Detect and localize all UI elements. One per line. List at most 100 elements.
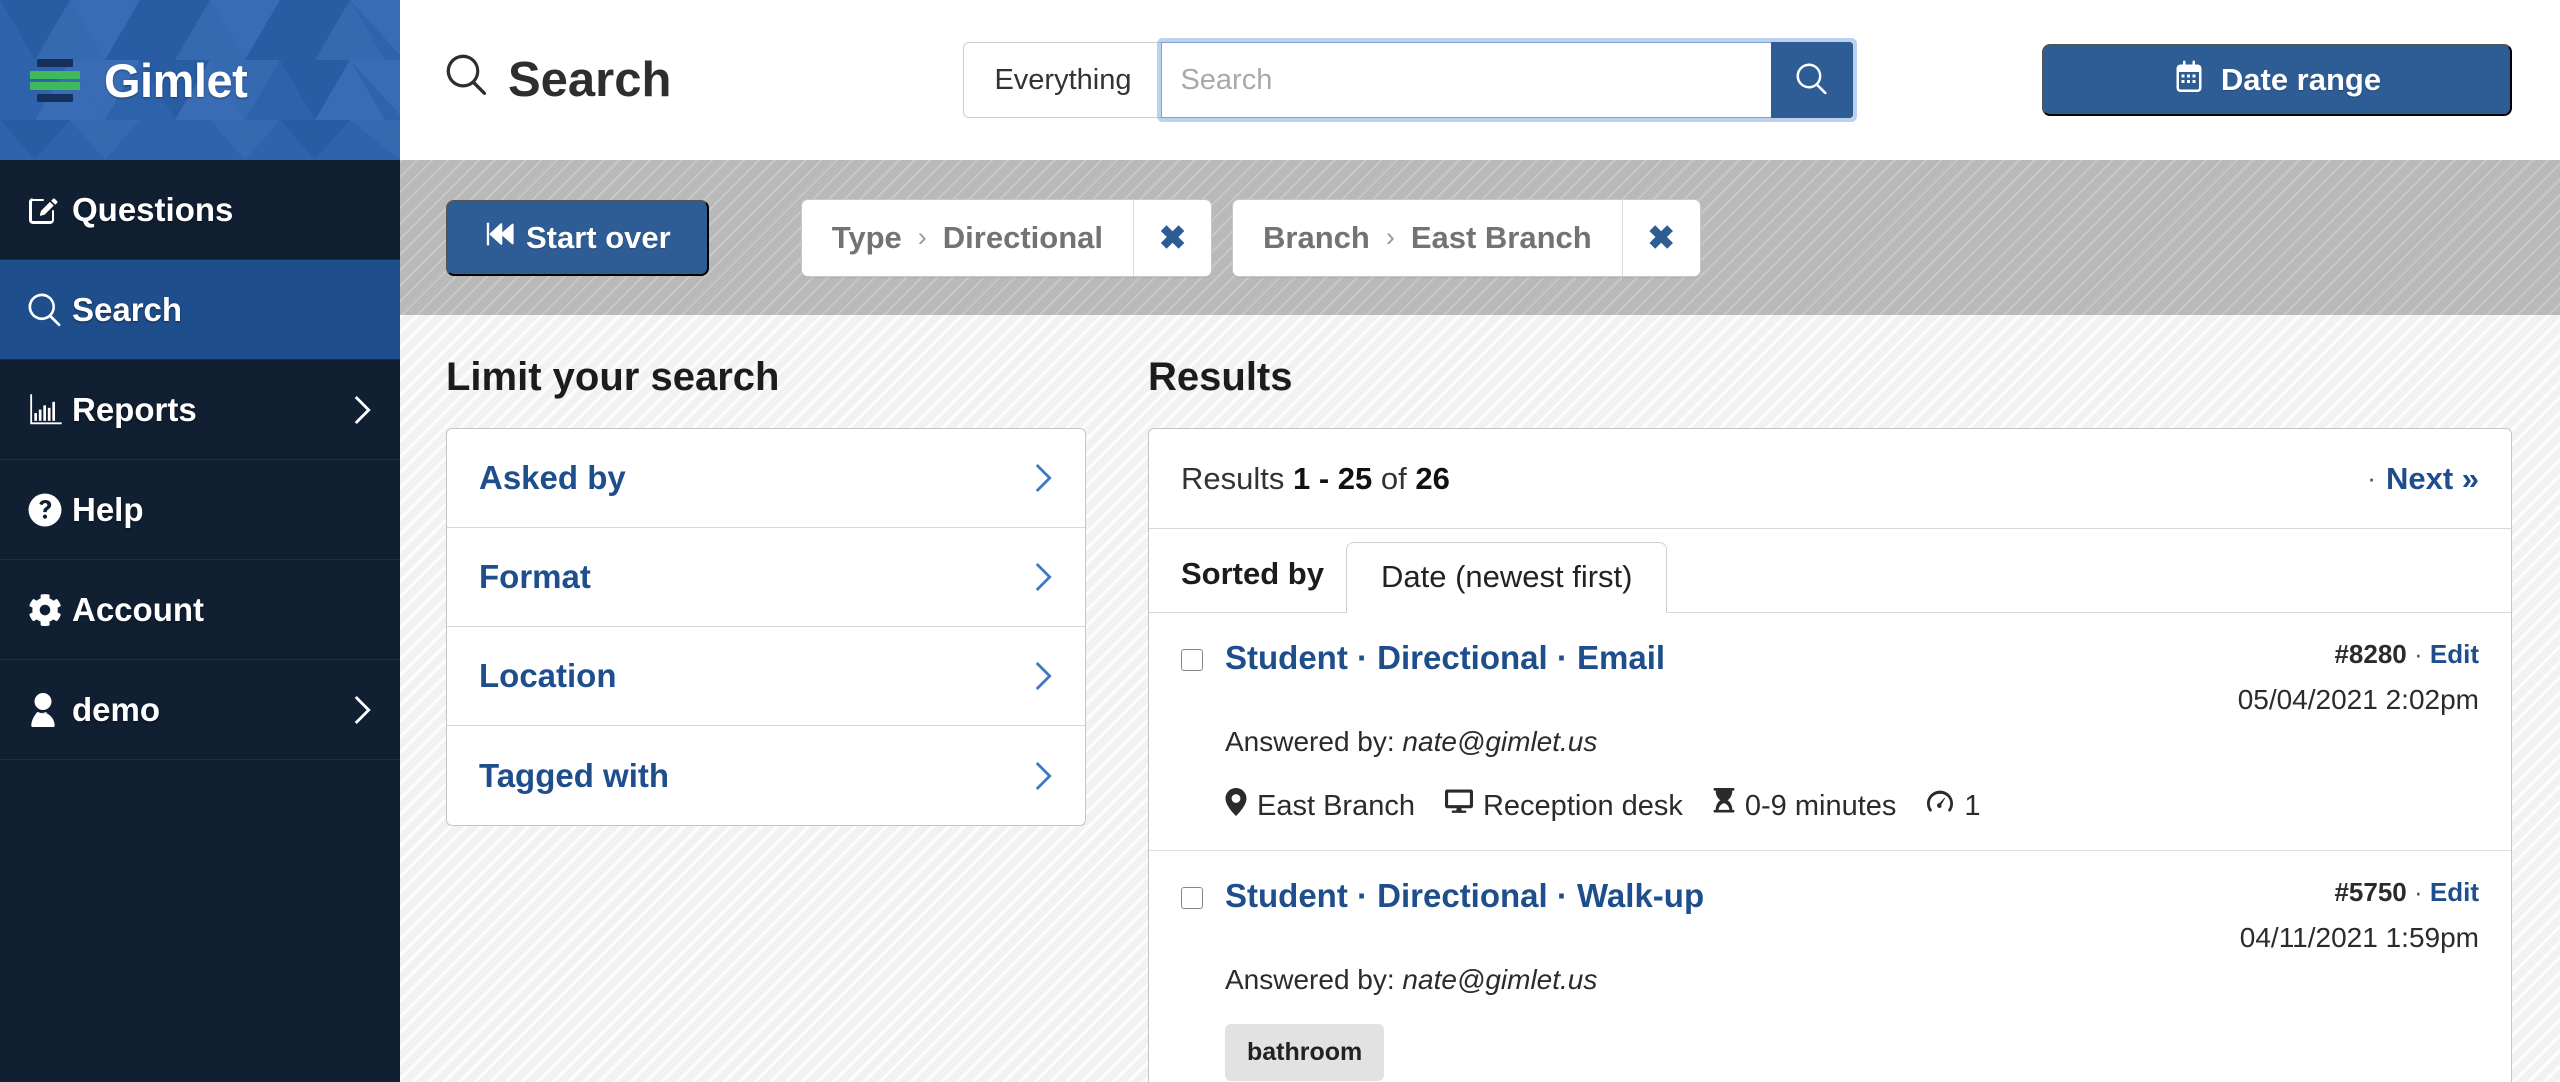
filter-chip-branch: Branch › East Branch ✖ [1232, 198, 1701, 277]
result-meta-label: Reception desk [1482, 789, 1683, 822]
facet-label: Asked by [479, 459, 626, 496]
facet-item-format[interactable]: Format [447, 528, 1085, 627]
result-edit-link[interactable]: Edit [2430, 639, 2479, 669]
search-submit-button[interactable] [1771, 42, 1854, 118]
facet-item-asked-by[interactable]: Asked by [447, 429, 1085, 528]
result-select-checkbox[interactable] [1181, 887, 1203, 909]
result-id-separator: · [2413, 877, 2423, 907]
chevron-right-icon [346, 393, 372, 427]
sidebar-item-reports[interactable]: Reports [0, 360, 400, 460]
results-count-total: 26 [1415, 460, 1450, 496]
sidebar-item-label: Search [72, 290, 183, 328]
result-date: 05/04/2021 2:02pm [2237, 684, 2479, 715]
sidebar-item-label: Help [72, 490, 144, 528]
result-meta-location: East Branch [1225, 788, 1415, 824]
sidebar-filler [0, 760, 400, 1082]
result-meta-count: 1 [1926, 789, 1981, 823]
search-field-wrapper [1161, 42, 1854, 118]
results-panel-header: Results 1 - 25 of 26 · Next » [1149, 429, 2511, 529]
result-edit-link[interactable]: Edit [2430, 877, 2479, 907]
sidebar-item-demo[interactable]: demo [0, 660, 400, 760]
result-meta-label: 1 [1964, 789, 1981, 822]
desktop-icon [1444, 789, 1473, 823]
result-meta-duration: 0-9 minutes [1713, 788, 1897, 824]
facet-list: Asked by Format Location Tagged with [446, 428, 1086, 826]
result-meta-label: 0-9 minutes [1744, 789, 1897, 822]
date-range-label: Date range [2220, 62, 2382, 97]
filter-chip-body[interactable]: Branch › East Branch [1233, 200, 1622, 276]
results-count-middle: of [1380, 460, 1407, 496]
filter-chip-value: East Branch [1410, 219, 1592, 255]
result-row-header: Student · Directional · Email #8280 · Ed… [1181, 639, 2479, 716]
answered-by-prefix: Answered by: [1225, 726, 1395, 757]
facet-label: Tagged with [479, 756, 670, 794]
result-title-link[interactable]: Student · Directional · Email [1225, 639, 1665, 677]
limit-search-column: Limit your search Asked by Format Locati… [446, 339, 1086, 1082]
sidebar-item-search[interactable]: Search [0, 260, 400, 360]
pager-dot: · [2367, 463, 2376, 493]
search-group: Everything [963, 42, 1854, 118]
sort-bar: Sorted by Date (newest first) [1149, 529, 2511, 613]
search-icon [446, 52, 488, 108]
filter-chip-body[interactable]: Type › Directional [802, 200, 1133, 276]
chevron-right-icon [346, 693, 372, 727]
calendar-icon [2173, 60, 2205, 100]
result-meta-list: East Branch Reception desk 0-9 minutes 1 [1225, 788, 2479, 824]
page-title-text: Search [508, 53, 672, 107]
sidebar-nav: Questions Search Reports Help Account de… [0, 160, 400, 1082]
answered-by-value: nate@gimlet.us [1402, 964, 1598, 995]
sidebar-item-help[interactable]: Help [0, 460, 400, 560]
pager-next-link[interactable]: Next » [2386, 461, 2479, 497]
map-pin-icon [1225, 788, 1247, 824]
pencil-square-icon [28, 192, 72, 228]
result-answered-by: Answered by: nate@gimlet.us [1225, 726, 2479, 758]
result-answered-by: Answered by: nate@gimlet.us [1225, 964, 2479, 996]
sidebar: Gimlet Questions Search Reports Help Acc… [0, 0, 400, 1082]
brand-header: Gimlet [0, 0, 400, 160]
top-bar: Search Everything Date range [400, 0, 2560, 160]
chevron-right-icon [1027, 659, 1053, 693]
question-circle-icon [28, 493, 72, 527]
result-meta-label: East Branch [1257, 789, 1415, 822]
sidebar-item-label: Questions [72, 190, 234, 228]
results-panel: Results 1 - 25 of 26 · Next » Sorted by … [1148, 428, 2512, 1082]
gear-icon [28, 593, 72, 627]
facet-item-location[interactable]: Location [447, 627, 1085, 726]
result-title-link[interactable]: Student · Directional · Walk-up [1225, 877, 1704, 915]
search-icon [1796, 63, 1828, 98]
search-input[interactable] [1161, 42, 1772, 118]
filter-chip-category: Branch [1263, 219, 1370, 255]
facet-item-tagged-with[interactable]: Tagged with [447, 726, 1085, 825]
start-over-button[interactable]: Start over [446, 199, 709, 276]
filter-chip-category: Type [831, 219, 902, 255]
date-range-button[interactable]: Date range [2042, 44, 2512, 116]
search-icon [28, 293, 72, 327]
sidebar-item-label: Account [72, 590, 204, 628]
chevron-right-icon [1027, 560, 1053, 594]
search-scope-button[interactable]: Everything [963, 42, 1162, 118]
filter-chip-remove-close-x-icon[interactable]: ✖ [1133, 199, 1211, 276]
facet-label: Format [479, 558, 591, 595]
sidebar-item-questions[interactable]: Questions [0, 160, 400, 260]
content-area: Limit your search Asked by Format Locati… [400, 315, 2560, 1082]
results-column: Results Results 1 - 25 of 26 · Next » So… [1148, 339, 2512, 1082]
active-filter-chips: Type › Directional ✖ Branch › East Branc… [800, 198, 1701, 277]
hourglass-icon [1713, 788, 1735, 824]
result-date: 04/11/2021 1:59pm [2239, 922, 2479, 953]
facet-label: Location [479, 657, 617, 694]
filter-chip-remove-close-x-icon[interactable]: ✖ [1621, 199, 1700, 276]
result-select-checkbox[interactable] [1181, 649, 1203, 671]
answered-by-prefix: Answered by: [1225, 964, 1395, 995]
results-count: Results 1 - 25 of 26 [1181, 461, 1450, 497]
main-area: Search Everything Date range [400, 0, 2560, 1082]
start-over-label: Start over [526, 219, 671, 255]
sort-tab-date-newest-first[interactable]: Date (newest first) [1345, 542, 1668, 613]
chevron-right-icon [1027, 759, 1053, 793]
result-meta-desk: Reception desk [1444, 789, 1683, 823]
table-row: Student · Directional · Email #8280 · Ed… [1149, 613, 2511, 851]
app-root: Gimlet Questions Search Reports Help Acc… [0, 0, 2560, 1082]
result-tag[interactable]: bathroom [1225, 1024, 1385, 1081]
page-title: Search [446, 52, 671, 108]
sidebar-item-account[interactable]: Account [0, 560, 400, 660]
results-count-range: 1 - 25 [1293, 460, 1373, 496]
